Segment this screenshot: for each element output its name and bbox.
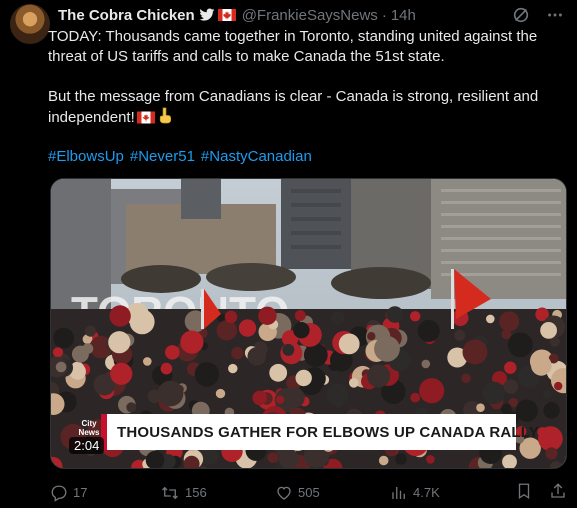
display-name[interactable]: The Cobra Chicken bbox=[58, 7, 195, 24]
canada-flag-icon bbox=[217, 9, 236, 21]
tweet-paragraph-1: TODAY: Thousands came together in Toront… bbox=[48, 28, 538, 65]
tweet-text: TODAY: Thousands came together in Toront… bbox=[48, 27, 568, 130]
more-icon[interactable] bbox=[545, 5, 565, 25]
repost-icon bbox=[160, 484, 180, 502]
tweet[interactable]: The Cobra Chicken @FrankieSaysNews · 14h… bbox=[0, 0, 577, 508]
hashtag-nastycanadian[interactable]: #NastyCanadian bbox=[201, 147, 312, 167]
separator: · bbox=[381, 6, 387, 24]
video-duration: 2:04 bbox=[69, 437, 105, 454]
bird-icon bbox=[199, 8, 215, 22]
top-icons bbox=[511, 5, 565, 25]
action-bar: 17 156 505 4.7K bbox=[50, 482, 567, 503]
bookmark-icon[interactable] bbox=[515, 482, 533, 503]
news-chyron: THOUSANDS GATHER FOR ELBOWS UP CANADA RA… bbox=[101, 414, 539, 450]
chyron-text: THOUSANDS GATHER FOR ELBOWS UP CANADA RA… bbox=[117, 423, 539, 441]
hashtags: #ElbowsUp #Never51 #NastyCanadian bbox=[48, 147, 312, 167]
reply-button[interactable]: 17 bbox=[50, 484, 160, 502]
tweet-header: The Cobra Chicken @FrankieSaysNews · 14h bbox=[58, 5, 416, 25]
tweet-paragraph-2: But the message from Canadians is clear … bbox=[48, 88, 539, 126]
like-count: 505 bbox=[298, 485, 320, 500]
hashtag-never51[interactable]: #Never51 bbox=[130, 147, 195, 167]
pointing-down-icon bbox=[157, 107, 173, 130]
repost-count: 156 bbox=[185, 485, 207, 500]
share-icon[interactable] bbox=[549, 482, 567, 503]
hashtag-elbowsup[interactable]: #ElbowsUp bbox=[48, 147, 124, 167]
reply-count: 17 bbox=[73, 485, 88, 500]
views-icon bbox=[390, 484, 408, 502]
logo-line-1: City bbox=[81, 419, 97, 428]
repost-button[interactable]: 156 bbox=[160, 484, 275, 502]
logo-line-2: News bbox=[78, 428, 100, 437]
heart-icon bbox=[275, 484, 293, 502]
avatar[interactable] bbox=[10, 4, 50, 44]
canada-flag-emoji-icon bbox=[136, 110, 155, 130]
handle[interactable]: @FrankieSaysNews bbox=[242, 7, 378, 24]
reply-icon bbox=[50, 484, 68, 502]
video-player[interactable]: TORONTO City News THOUSANDS GATHER FOR E… bbox=[50, 178, 567, 469]
grok-icon[interactable] bbox=[511, 5, 531, 25]
views-button[interactable]: 4.7K bbox=[390, 484, 505, 502]
action-bar-right bbox=[515, 482, 567, 503]
view-count: 4.7K bbox=[413, 485, 440, 500]
timestamp[interactable]: 14h bbox=[391, 7, 416, 24]
like-button[interactable]: 505 bbox=[275, 484, 390, 502]
